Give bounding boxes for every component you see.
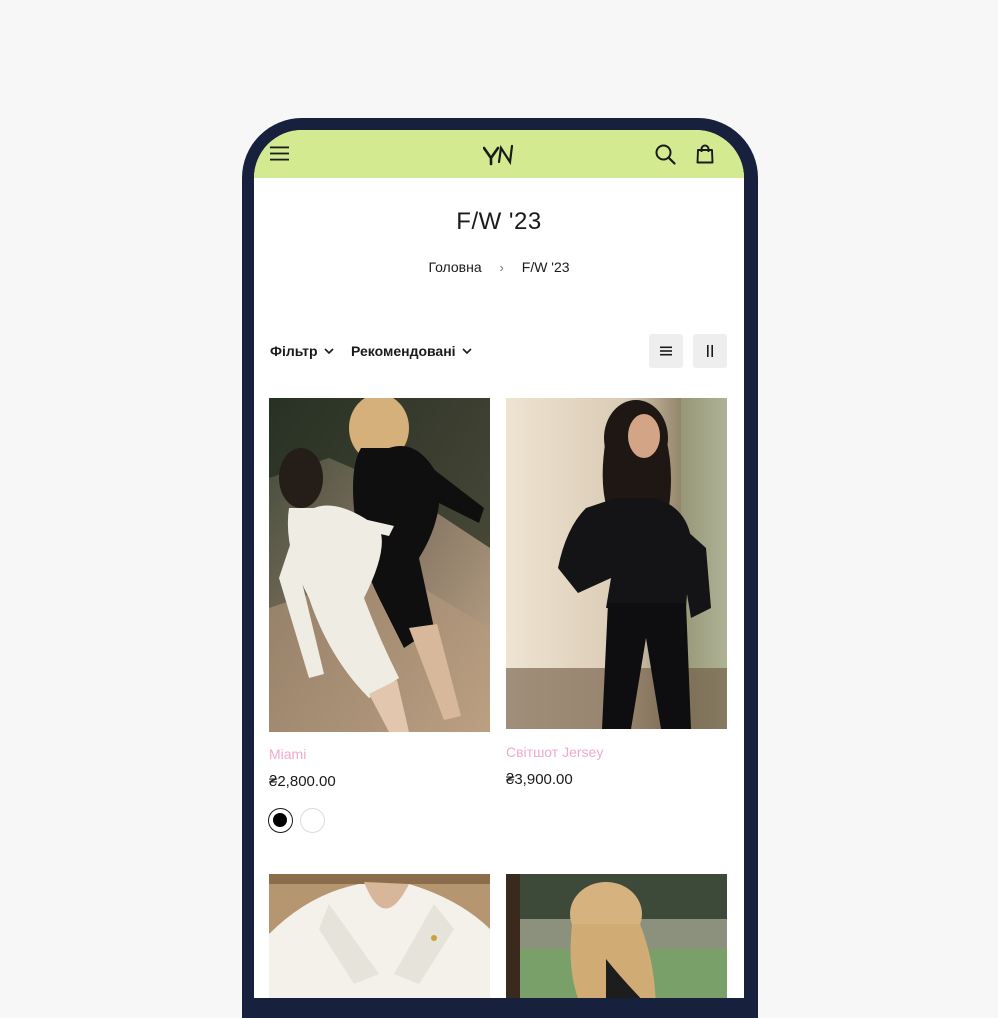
product-image-miami[interactable] <box>269 398 490 732</box>
product-price: ₴3,900.00 <box>506 771 573 788</box>
breadcrumb-home-link[interactable]: Головна <box>428 259 481 275</box>
search-icon[interactable] <box>655 144 676 165</box>
top-navigation-bar <box>254 130 744 178</box>
product-name[interactable]: Світшот Jersey <box>506 744 603 760</box>
shopping-bag-icon[interactable] <box>696 144 714 164</box>
color-swatch-black[interactable] <box>268 808 293 833</box>
chevron-down-icon <box>323 347 334 354</box>
color-swatch-white[interactable] <box>300 808 325 833</box>
grid-view-icon <box>707 345 713 357</box>
filter-button[interactable]: Фільтр <box>270 343 334 359</box>
product-image-sweatshirt-jersey[interactable] <box>506 398 727 729</box>
chevron-down-icon <box>461 347 472 354</box>
filter-label: Фільтр <box>270 343 318 359</box>
phone-screen: F/W '23 Головна › F/W '23 Фільтр Рекомен… <box>254 130 744 998</box>
brand-logo[interactable] <box>483 142 513 166</box>
product-name[interactable]: Miami <box>269 746 306 762</box>
breadcrumb: Головна › F/W '23 <box>254 259 744 275</box>
sort-label: Рекомендовані <box>351 343 456 359</box>
list-view-icon <box>660 346 672 356</box>
breadcrumb-separator-icon: › <box>499 260 504 275</box>
product-price: ₴2,800.00 <box>269 773 336 790</box>
page-title: F/W '23 <box>456 208 542 235</box>
product-image-outdoor[interactable] <box>506 874 727 998</box>
hamburger-menu-icon[interactable] <box>270 146 289 161</box>
grid-view-button[interactable] <box>693 334 727 368</box>
sort-dropdown[interactable]: Рекомендовані <box>351 343 472 359</box>
list-view-button[interactable] <box>649 334 683 368</box>
product-image-white-top[interactable] <box>269 874 490 998</box>
breadcrumb-current: F/W '23 <box>521 259 570 275</box>
